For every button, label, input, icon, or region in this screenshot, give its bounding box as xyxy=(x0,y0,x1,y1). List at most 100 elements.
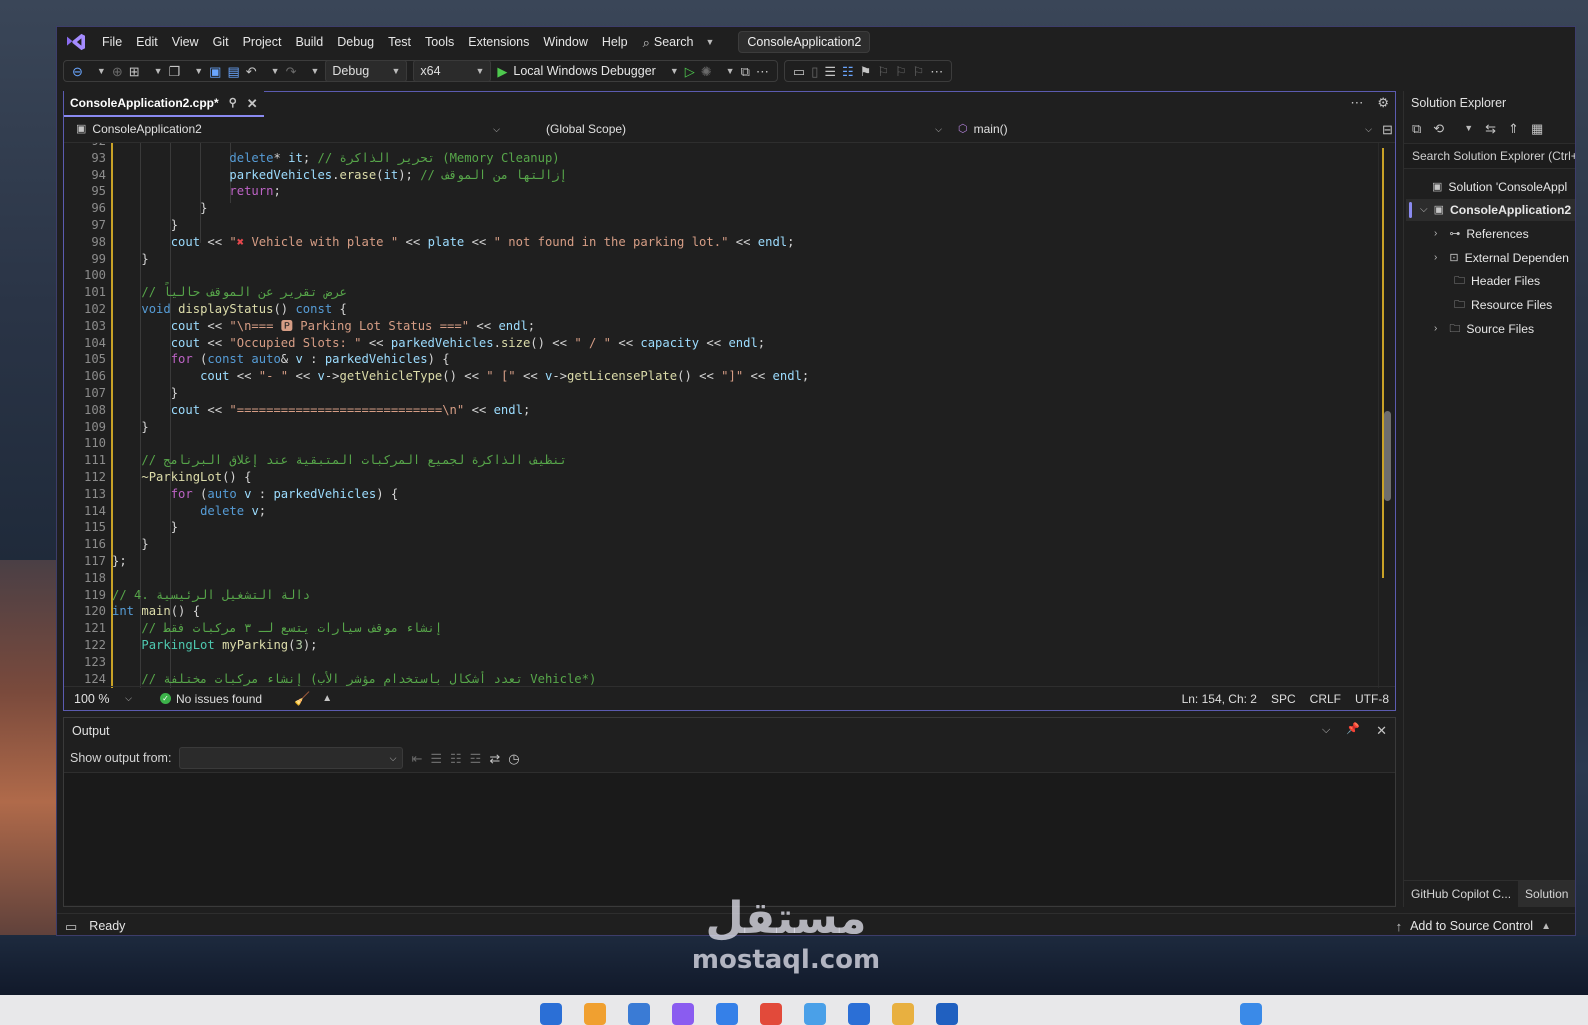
taskbar-app-icon[interactable] xyxy=(936,1003,958,1025)
tab-solution-explorer[interactable]: Solution xyxy=(1518,881,1575,907)
comment-icon[interactable]: ▭ xyxy=(793,65,805,78)
switch-views-icon[interactable]: ⧉ xyxy=(1412,122,1421,135)
code-line[interactable]: 100 xyxy=(64,267,1374,284)
code-line[interactable]: 118 xyxy=(64,570,1374,587)
menu-tools[interactable]: Tools xyxy=(418,27,461,57)
increase-indent-icon[interactable]: ☷ xyxy=(842,65,854,78)
vertical-scrollbar[interactable] xyxy=(1378,143,1395,688)
code-line[interactable]: 102 void displayStatus() const { xyxy=(64,301,1374,318)
tree-item-references[interactable]: › ⊶ References xyxy=(1434,223,1529,245)
code-line[interactable]: 116 } xyxy=(64,536,1374,553)
chevron-down-icon[interactable]: ▼ xyxy=(154,66,163,76)
code-line[interactable]: 109 } xyxy=(64,419,1374,436)
menu-help[interactable]: Help xyxy=(595,27,635,57)
code-cleanup-icon[interactable]: 🧹 xyxy=(294,692,310,705)
close-icon[interactable]: ✕ xyxy=(247,97,258,110)
menu-debug[interactable]: Debug xyxy=(330,27,381,57)
solution-platform-dropdown[interactable]: x64 ▼ xyxy=(413,60,492,82)
code-line[interactable]: 93 delete* it; // تحرير الذاكرة (Memory … xyxy=(64,150,1374,167)
cursor-position[interactable]: Ln: 154, Ch: 2 xyxy=(1182,692,1257,706)
save-icon[interactable]: ▣ xyxy=(209,65,221,78)
code-line[interactable]: 107 } xyxy=(64,385,1374,402)
tree-item-solution[interactable]: ▣ Solution 'ConsoleAppl xyxy=(1432,176,1567,198)
start-without-debugging-icon[interactable]: ▷ xyxy=(685,65,695,78)
zoom-dropdown[interactable]: 100 % ⌵ xyxy=(68,688,138,710)
taskbar-app-icon[interactable] xyxy=(628,1003,650,1025)
code-line[interactable]: 120 int main() { xyxy=(64,603,1374,620)
chevron-down-icon[interactable]: ⌵ xyxy=(1322,724,1330,737)
show-output-from-dropdown[interactable]: ⌵ xyxy=(179,747,404,769)
code-line[interactable]: 123 xyxy=(64,654,1374,671)
solution-explorer-search[interactable]: Search Solution Explorer (Ctrl+ xyxy=(1404,143,1575,169)
code-line[interactable]: 97 } xyxy=(64,217,1374,234)
chevron-down-icon[interactable]: ▼ xyxy=(1464,123,1473,133)
next-bookmark-icon[interactable]: ⚐ xyxy=(895,65,907,78)
code-line[interactable]: 98 cout << "✖ Vehicle with plate " << pl… xyxy=(64,234,1374,251)
taskbar-app-icon[interactable] xyxy=(804,1003,826,1025)
more-options-icon[interactable]: ⋯ xyxy=(756,65,769,78)
member-dropdown[interactable]: ⬡ main() ⌵ xyxy=(952,119,1378,139)
output-content[interactable] xyxy=(64,773,1395,905)
code-line[interactable]: 103 cout << "\n=== 🅿 Parking Lot Status … xyxy=(64,318,1374,335)
code-line[interactable]: 94 parkedVehicles.erase(it); // إزالتها … xyxy=(64,167,1374,184)
solution-name-badge[interactable]: ConsoleApplication2 xyxy=(738,31,871,53)
code-line[interactable]: 122 ParkingLot myParking(3); xyxy=(64,637,1374,654)
menu-test[interactable]: Test xyxy=(381,27,418,57)
tree-item-project[interactable]: ⌵ ▣ ConsoleApplication2 xyxy=(1420,199,1571,221)
code-line[interactable]: 110 xyxy=(64,435,1374,452)
redo-icon[interactable]: ↷ xyxy=(286,65,297,78)
code-line[interactable]: 96 } xyxy=(64,200,1374,217)
line-ending-indicator[interactable]: CRLF xyxy=(1310,692,1341,706)
start-debugging-icon[interactable]: ▶ xyxy=(497,65,507,78)
menu-view[interactable]: View xyxy=(165,27,206,57)
issues-indicator[interactable]: ✓ No issues found xyxy=(160,692,262,706)
chevron-down-icon[interactable]: ▼ xyxy=(310,66,319,76)
chevron-down-icon[interactable]: ▼ xyxy=(271,66,280,76)
more-options-icon[interactable]: ⋯ xyxy=(1350,96,1363,109)
code-line[interactable]: 114 delete v; xyxy=(64,503,1374,520)
pin-icon[interactable]: ⚲ xyxy=(229,97,237,109)
code-area[interactable]: 9293 delete* it; // تحرير الذاكرة (Memor… xyxy=(64,143,1395,688)
project-dropdown[interactable]: ▣ ConsoleApplication2 ⌵ xyxy=(70,119,506,139)
menu-build[interactable]: Build xyxy=(288,27,330,57)
navigate-back-icon[interactable]: ⊖ xyxy=(72,65,83,78)
code-line[interactable]: 121 // إنشاء موقف سيارات يتسع لـ ٣ مركبا… xyxy=(64,620,1374,637)
taskbar-app-icon[interactable] xyxy=(848,1003,870,1025)
taskbar-app-icon[interactable] xyxy=(716,1003,738,1025)
chevron-up-icon[interactable]: ▲ xyxy=(322,693,332,704)
code-line[interactable]: 119 // 4. دالة التشغيل الرئيسية xyxy=(64,587,1374,604)
clear-all-icon[interactable]: ☲ xyxy=(470,752,482,765)
go-to-next-message-icon[interactable]: ☰ xyxy=(430,752,442,765)
code-line[interactable]: 99 } xyxy=(64,251,1374,268)
code-line[interactable]: 111 // تنظيف الذاكرة لجميع المركبات المت… xyxy=(64,452,1374,469)
hot-reload-icon[interactable]: ✺ xyxy=(701,65,712,78)
clock-icon[interactable]: ◷ xyxy=(508,752,519,765)
tab-consoleapplication2-cpp[interactable]: ConsoleApplication2.cpp* ⚲ ✕ xyxy=(64,91,264,117)
tree-item-resource-files[interactable]: 🗀 Resource Files xyxy=(1454,294,1552,316)
chevron-down-icon[interactable]: ▼ xyxy=(670,66,679,76)
more-options-icon[interactable]: ⋯ xyxy=(930,65,943,78)
chevron-right-icon[interactable]: › xyxy=(1434,318,1437,340)
debugger-label[interactable]: Local Windows Debugger xyxy=(513,64,655,78)
chevron-down-icon[interactable]: ▼ xyxy=(726,66,735,76)
chevron-down-icon[interactable]: ⌵ xyxy=(1420,199,1428,221)
tree-item-source-files[interactable]: › 🗀 Source Files xyxy=(1434,318,1534,340)
taskbar-app-icon[interactable] xyxy=(672,1003,694,1025)
open-file-icon[interactable]: ❐ xyxy=(169,65,181,78)
undo-icon[interactable]: ↶ xyxy=(246,65,257,78)
menu-file[interactable]: File xyxy=(95,27,129,57)
encoding-indicator[interactable]: UTF-8 xyxy=(1355,692,1389,706)
find-message-icon[interactable]: ☷ xyxy=(450,752,462,765)
bookmark-icon[interactable]: ⚑ xyxy=(860,65,872,78)
close-icon[interactable]: ✕ xyxy=(1376,724,1387,737)
code-line[interactable]: 95 return; xyxy=(64,183,1374,200)
pending-changes-filter-icon[interactable]: ⟲ xyxy=(1433,122,1444,135)
navigate-forward-icon[interactable]: ⊕ xyxy=(112,65,123,78)
code-line[interactable]: 108 cout << "===========================… xyxy=(64,402,1374,419)
go-to-previous-message-icon[interactable]: ⇤ xyxy=(411,752,422,765)
chevron-up-icon[interactable]: ▲ xyxy=(1541,921,1551,932)
taskbar-app-icon[interactable] xyxy=(1240,1003,1262,1025)
code-line[interactable]: 115 } xyxy=(64,519,1374,536)
sync-with-document-icon[interactable]: ⇆ xyxy=(1485,122,1496,135)
taskbar-app-icon[interactable] xyxy=(892,1003,914,1025)
